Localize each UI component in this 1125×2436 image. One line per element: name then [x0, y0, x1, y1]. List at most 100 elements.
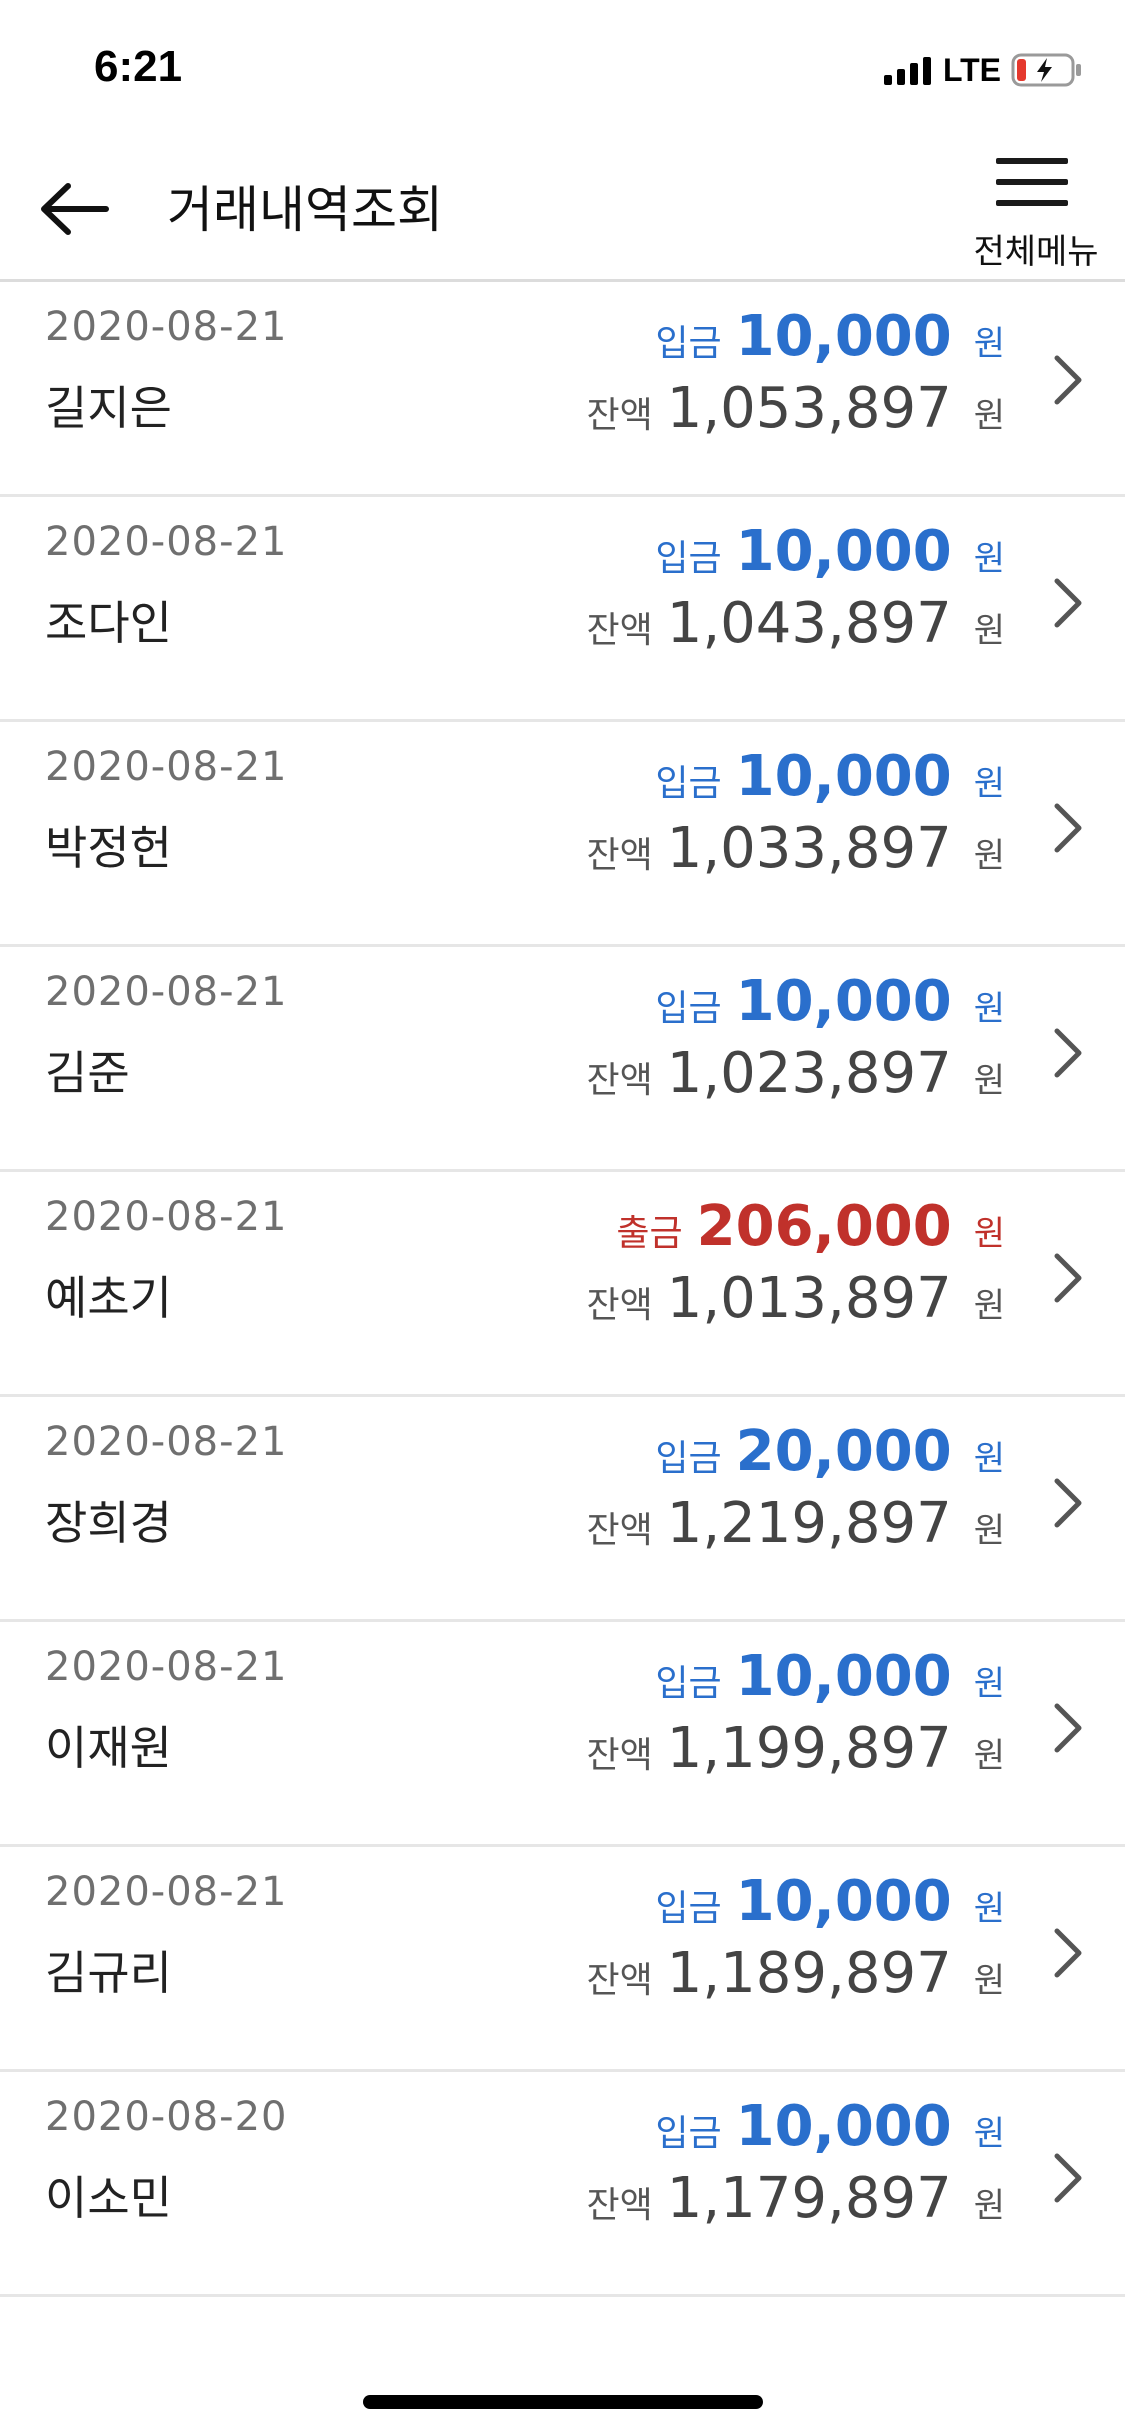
- status-time: 6:21: [94, 42, 183, 91]
- transaction-balance-line: 잔액 1,219,897 원: [586, 1491, 1005, 1556]
- balance-label: 잔액: [586, 1285, 653, 1326]
- status-bar: 6:21 LTE: [0, 0, 1125, 140]
- hamburger-menu-icon: [996, 158, 1068, 208]
- transaction-counterparty: 길지은: [45, 381, 172, 435]
- transaction-amount: 10,000: [735, 304, 952, 369]
- home-indicator: [363, 2395, 763, 2409]
- transaction-counterparty: 박정헌: [45, 821, 172, 875]
- transaction-row[interactable]: 2020-08-21 김규리 입금 10,000 원 잔액 1,189,897 …: [0, 1847, 1125, 2072]
- balance-unit: 원: [973, 1736, 1005, 1776]
- balance-unit: 원: [973, 396, 1005, 436]
- transaction-counterparty: 예초기: [45, 1271, 172, 1325]
- transaction-amount-unit: 원: [973, 539, 1005, 579]
- transaction-amount-line: 출금 206,000 원: [616, 1194, 1005, 1259]
- balance-unit: 원: [973, 1511, 1005, 1551]
- transaction-date: 2020-08-21: [45, 1869, 288, 1915]
- balance-label: 잔액: [586, 1060, 653, 1101]
- transaction-amount-line: 입금 20,000 원: [655, 1419, 1005, 1484]
- balance-value: 1,179,897: [666, 2166, 952, 2231]
- transaction-counterparty: 김규리: [45, 1946, 172, 2000]
- transaction-amount-unit: 원: [973, 764, 1005, 804]
- signal-strength-icon: [883, 55, 931, 85]
- balance-value: 1,013,897: [666, 1266, 952, 1331]
- transaction-amount-unit: 원: [973, 989, 1005, 1029]
- page-title: 거래내역조회: [167, 181, 443, 239]
- transaction-amount: 10,000: [735, 744, 952, 809]
- balance-label: 잔액: [586, 1735, 653, 1776]
- transaction-type: 출금: [616, 1213, 683, 1254]
- balance-value: 1,219,897: [666, 1491, 952, 1556]
- chevron-right-icon: [1054, 355, 1082, 405]
- transaction-counterparty: 장희경: [45, 1496, 172, 1550]
- chevron-right-icon: [1054, 1028, 1082, 1078]
- transaction-counterparty: 이재원: [45, 1721, 172, 1775]
- transaction-date: 2020-08-21: [45, 519, 288, 565]
- chevron-right-icon: [1054, 1703, 1082, 1753]
- transaction-type: 입금: [655, 538, 722, 579]
- transaction-amount-unit: 원: [973, 1889, 1005, 1929]
- balance-value: 1,023,897: [666, 1041, 952, 1106]
- transaction-balance-line: 잔액 1,053,897 원: [586, 376, 1005, 441]
- transaction-type: 입금: [655, 2113, 722, 2154]
- balance-unit: 원: [973, 2186, 1005, 2226]
- chevron-right-icon: [1054, 578, 1082, 628]
- balance-label: 잔액: [586, 2185, 653, 2226]
- transaction-row[interactable]: 2020-08-21 장희경 입금 20,000 원 잔액 1,219,897 …: [0, 1397, 1125, 1622]
- network-type-label: LTE: [942, 51, 1001, 88]
- back-button[interactable]: [38, 178, 110, 240]
- balance-value: 1,053,897: [666, 376, 952, 441]
- transaction-balance-line: 잔액 1,023,897 원: [586, 1041, 1005, 1106]
- transaction-type: 입금: [655, 1888, 722, 1929]
- chevron-right-icon: [1054, 1478, 1082, 1528]
- transaction-amount-line: 입금 10,000 원: [655, 519, 1005, 584]
- transaction-row[interactable]: 2020-08-21 예초기 출금 206,000 원 잔액 1,013,897…: [0, 1172, 1125, 1397]
- balance-label: 잔액: [586, 610, 653, 651]
- full-menu-button[interactable]: 전체메뉴: [961, 156, 1111, 278]
- transaction-date: 2020-08-21: [45, 1194, 288, 1240]
- balance-label: 잔액: [586, 835, 653, 876]
- transaction-counterparty: 김준: [45, 1046, 130, 1100]
- transaction-date: 2020-08-21: [45, 969, 288, 1015]
- transaction-amount-line: 입금 10,000 원: [655, 304, 1005, 369]
- balance-unit: 원: [973, 1961, 1005, 2001]
- transaction-amount: 10,000: [735, 969, 952, 1034]
- transaction-amount-unit: 원: [973, 2114, 1005, 2154]
- balance-label: 잔액: [586, 1510, 653, 1551]
- transaction-type: 입금: [655, 988, 722, 1029]
- transaction-date: 2020-08-21: [45, 1644, 288, 1690]
- transaction-amount-line: 입금 10,000 원: [655, 2094, 1005, 2159]
- chevron-right-icon: [1054, 1253, 1082, 1303]
- transaction-type: 입금: [655, 323, 722, 364]
- balance-unit: 원: [973, 1061, 1005, 1101]
- transaction-row[interactable]: 2020-08-21 이재원 입금 10,000 원 잔액 1,199,897 …: [0, 1622, 1125, 1847]
- chevron-right-icon: [1054, 803, 1082, 853]
- transaction-balance-line: 잔액 1,189,897 원: [586, 1941, 1005, 2006]
- transaction-row[interactable]: 2020-08-21 길지은 입금 10,000 원 잔액 1,053,897 …: [0, 282, 1125, 497]
- transaction-date: 2020-08-21: [45, 304, 288, 350]
- transaction-type: 입금: [655, 1438, 722, 1479]
- transaction-counterparty: 조다인: [45, 596, 172, 650]
- chevron-right-icon: [1054, 1928, 1082, 1978]
- transaction-balance-line: 잔액 1,179,897 원: [586, 2166, 1005, 2231]
- transaction-amount-unit: 원: [973, 1214, 1005, 1254]
- transaction-amount-line: 입금 10,000 원: [655, 969, 1005, 1034]
- transaction-amount-line: 입금 10,000 원: [655, 744, 1005, 809]
- balance-label: 잔액: [586, 1960, 653, 2001]
- transaction-row[interactable]: 2020-08-21 박정헌 입금 10,000 원 잔액 1,033,897 …: [0, 722, 1125, 947]
- transaction-balance-line: 잔액 1,043,897 원: [586, 591, 1005, 656]
- balance-value: 1,189,897: [666, 1941, 952, 2006]
- status-indicators: LTE: [883, 50, 1083, 90]
- transaction-amount: 10,000: [735, 519, 952, 584]
- transaction-type: 입금: [655, 763, 722, 804]
- chevron-right-icon: [1054, 2153, 1082, 2203]
- transaction-row[interactable]: 2020-08-21 조다인 입금 10,000 원 잔액 1,043,897 …: [0, 497, 1125, 722]
- transaction-balance-line: 잔액 1,033,897 원: [586, 816, 1005, 881]
- transaction-date: 2020-08-21: [45, 744, 288, 790]
- transaction-row[interactable]: 2020-08-21 김준 입금 10,000 원 잔액 1,023,897 원: [0, 947, 1125, 1172]
- transaction-amount: 10,000: [735, 1644, 952, 1709]
- transaction-amount: 10,000: [735, 1869, 952, 1934]
- transaction-date: 2020-08-21: [45, 1419, 288, 1465]
- transaction-amount-unit: 원: [973, 1439, 1005, 1479]
- transaction-row[interactable]: 2020-08-20 이소민 입금 10,000 원 잔액 1,179,897 …: [0, 2072, 1125, 2297]
- transaction-amount-unit: 원: [973, 324, 1005, 364]
